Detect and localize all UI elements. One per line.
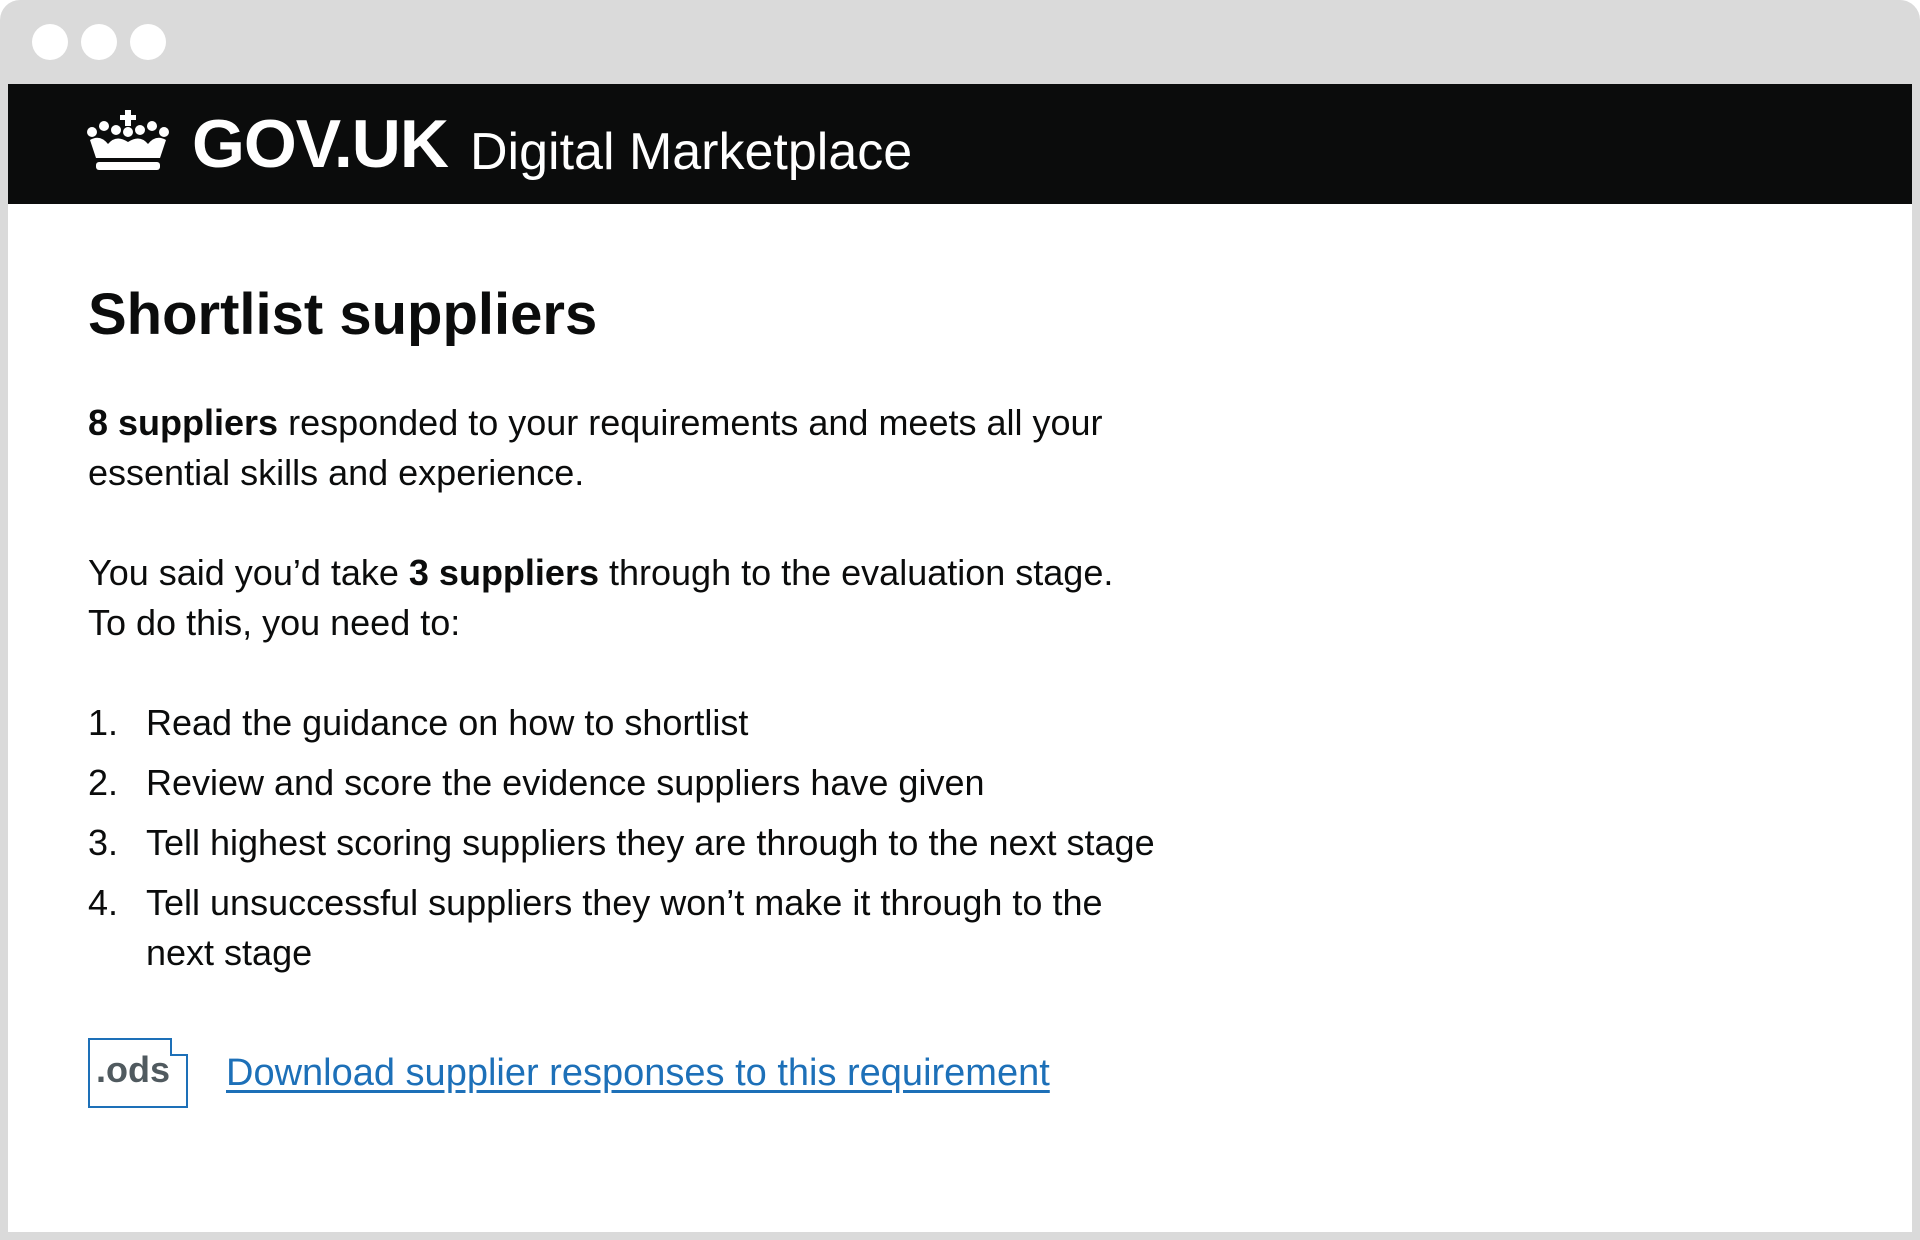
site-header: GOV.UK Digital Marketplace: [8, 84, 1912, 204]
step-number: 2.: [88, 762, 119, 803]
step-number: 3.: [88, 822, 119, 863]
steps-list: 1. Read the guidance on how to shortlist…: [88, 698, 1348, 988]
window-close-dot[interactable]: [32, 24, 68, 60]
window-maximise-dot[interactable]: [130, 24, 166, 60]
page-viewport: GOV.UK Digital Marketplace Shortlist sup…: [8, 84, 1912, 1232]
browser-window: GOV.UK Digital Marketplace Shortlist sup…: [0, 0, 1920, 1240]
step-text: Tell unsuccessful suppliers they won’t m…: [146, 882, 1103, 973]
list-item: 2. Review and score the evidence supplie…: [88, 758, 1348, 808]
page-title: Shortlist suppliers: [88, 282, 598, 347]
file-corner-fold: [170, 1038, 188, 1056]
step-text: Tell highest scoring suppliers they are …: [146, 822, 1155, 863]
gov-uk-logo[interactable]: GOV.UK: [192, 108, 449, 180]
step-number: 1.: [88, 702, 119, 743]
ods-file-icon[interactable]: .ods: [88, 1038, 188, 1108]
evaluation-supplier-count: 3 suppliers: [408, 552, 599, 593]
crown-icon: [87, 110, 169, 170]
evaluation-text-before: You said you’d take: [88, 552, 409, 593]
window-controls: [32, 24, 166, 60]
list-item: 3. Tell highest scoring suppliers they a…: [88, 818, 1348, 868]
supplier-count: 8 suppliers: [88, 402, 279, 443]
file-type-label: .ods: [96, 1049, 171, 1090]
step-number: 4.: [88, 882, 119, 923]
responses-summary: 8 suppliers responded to your requiremen…: [88, 398, 1128, 498]
service-name[interactable]: Digital Marketplace: [470, 122, 912, 182]
step-text: Review and score the evidence suppliers …: [146, 762, 985, 803]
list-item: 4. Tell unsuccessful suppliers they won’…: [88, 878, 1348, 978]
download-responses-link[interactable]: Download supplier responses to this requ…: [226, 1048, 1050, 1098]
download-section: .ods Download supplier responses to this…: [88, 1038, 1050, 1108]
evaluation-instructions: You said you’d take 3 suppliers through …: [88, 548, 1128, 648]
list-item: 1. Read the guidance on how to shortlist: [88, 698, 1348, 748]
window-minimise-dot[interactable]: [81, 24, 117, 60]
step-text: Read the guidance on how to shortlist: [146, 702, 749, 743]
